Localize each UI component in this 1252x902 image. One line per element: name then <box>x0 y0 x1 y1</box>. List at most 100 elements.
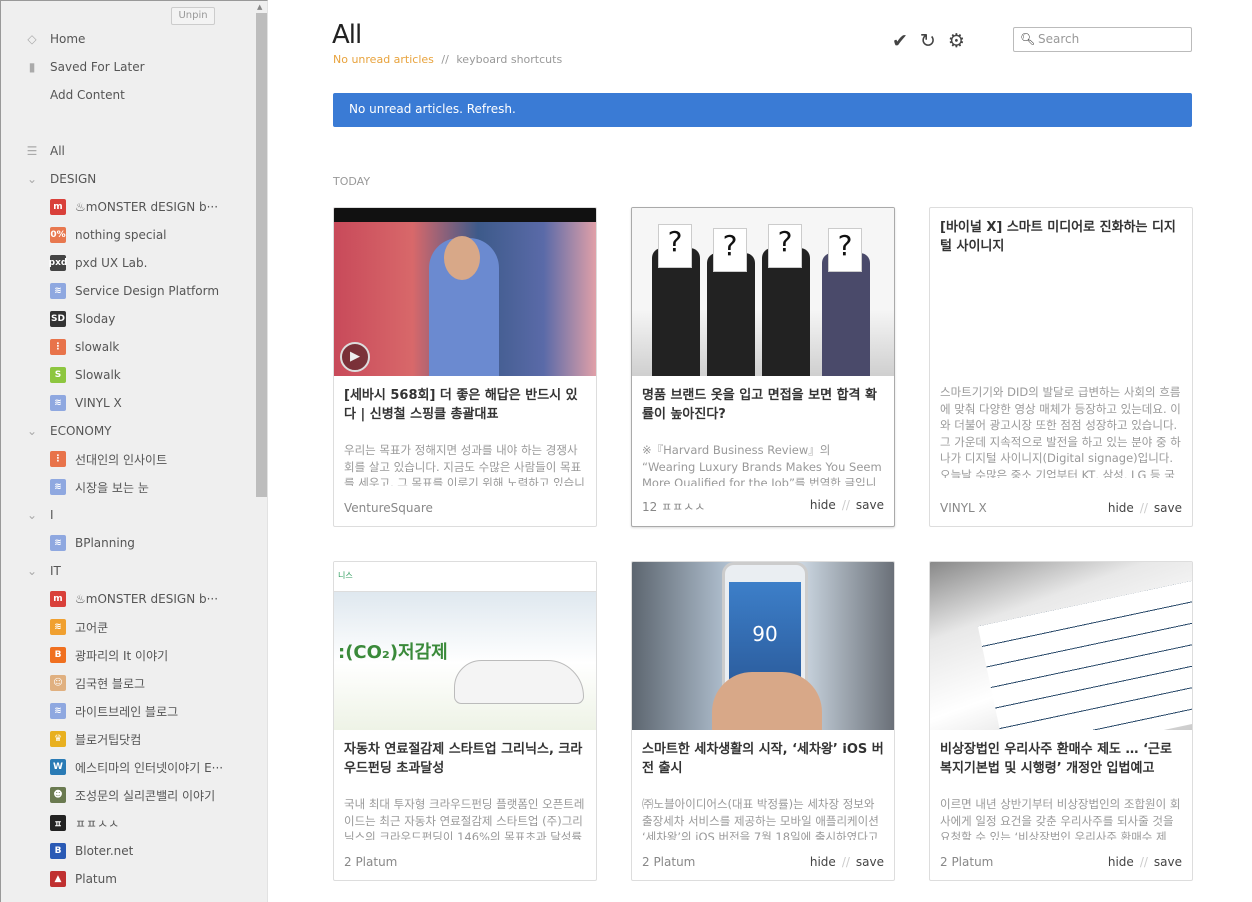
sidebar-item-saved-for-later[interactable]: ▮ Saved For Later <box>1 53 251 81</box>
keyboard-shortcuts-link[interactable]: keyboard shortcuts <box>456 53 562 66</box>
feed-favicon-icon: ≋ <box>50 395 66 411</box>
article-source[interactable]: VINYL X <box>940 501 987 515</box>
sidebar-feed[interactable]: ▲ Platum <box>1 865 251 893</box>
refresh-banner[interactable]: No unread articles. Refresh. <box>333 93 1192 127</box>
sidebar-group[interactable]: ⌄ ECONOMY <box>1 417 251 445</box>
sidebar-group[interactable]: ⌄ DESIGN <box>1 165 251 193</box>
sidebar-feed[interactable]: SD Sloday <box>1 305 251 333</box>
article-card[interactable]: 비상장법인 우리사주 환매수 제도 … ‘근로복지기본법 및 시행령’ 개정안 … <box>929 561 1193 881</box>
sidebar-feed[interactable]: B Bloter.net <box>1 837 251 865</box>
feed-label: 선대인의 인사이트 <box>75 452 168 467</box>
article-title[interactable]: 스마트한 세차생활의 시작, ‘세차왕’ iOS 버전 출시 <box>632 730 894 788</box>
article-card[interactable]: ▶ [세바시 568회] 더 좋은 해답은 반드시 있다 | 신병철 스핑클 총괄… <box>333 207 597 527</box>
article-source[interactable]: 2 Platum <box>344 855 397 869</box>
sidebar-feed[interactable]: ⋮ 선대인의 인사이트 <box>1 445 251 473</box>
feed-favicon-icon: S <box>50 367 66 383</box>
feed-favicon-icon: ≋ <box>50 703 66 719</box>
sidebar-feed[interactable]: ≋ 시장을 보는 눈 <box>1 473 251 501</box>
article-card[interactable]: 니스:(CO₂)저감제 자동차 연료절감제 스타트업 그리닉스, 크라우드펀딩 초… <box>333 561 597 881</box>
article-source[interactable]: VentureSquare <box>344 501 433 515</box>
feed-label: ♨mONSTER dESIGN b··· <box>75 592 219 606</box>
sidebar-feed[interactable]: ≋ 라이트브레인 블로그 <box>1 697 251 725</box>
hide-button[interactable]: hide <box>810 498 836 512</box>
chevron-down-icon[interactable]: ⌄ <box>24 423 40 439</box>
feed-label: Bloter.net <box>75 844 134 858</box>
sidebar-feed[interactable]: ≋ VINYL X <box>1 389 251 417</box>
page-title: All <box>332 20 362 50</box>
unpin-button[interactable]: Unpin <box>171 7 215 25</box>
sidebar-feed[interactable]: ≋ Service Design Platform <box>1 277 251 305</box>
feed-label: 광파리의 It 이야기 <box>75 648 169 663</box>
sidebar-scrollbar[interactable] <box>256 13 267 497</box>
article-excerpt: 우리는 목표가 정해지면 성과를 내야 하는 경쟁사회를 살고 있습니다. 지금… <box>344 443 585 486</box>
sidebar-item-add-content[interactable]: Add Content <box>1 81 251 109</box>
chevron-down-icon[interactable]: ⌄ <box>24 507 40 523</box>
list-icon: ☰ <box>26 144 38 158</box>
search-input[interactable]: 🔍︎ Search <box>1013 27 1192 52</box>
sidebar-feed[interactable]: ♛ 블로거팁닷컴 <box>1 725 251 753</box>
hide-button[interactable]: hide <box>810 855 836 869</box>
article-thumbnail[interactable]: 니스:(CO₂)저감제 <box>334 562 596 730</box>
save-button[interactable]: save <box>1154 501 1182 515</box>
sidebar-feed[interactable]: ≋ BPlanning <box>1 529 251 557</box>
sidebar-feed[interactable]: ㅍㅍㅍㅅㅅ <box>1 809 251 837</box>
feed-label: 시장을 보는 눈 <box>75 480 149 495</box>
nav-label: Add Content <box>50 88 125 102</box>
scroll-up-arrow-icon[interactable]: ▲ <box>257 3 262 11</box>
sidebar-item-all[interactable]: ☰ All <box>1 137 251 165</box>
sidebar-group[interactable]: ⌄ IT <box>1 557 251 585</box>
sidebar-feed[interactable]: ⋮ slowalk <box>1 333 251 361</box>
article-title[interactable]: [바이널 X] 스마트 미디어로 진화하는 디지털 사이니지 <box>930 208 1192 266</box>
nav-label: All <box>50 144 65 158</box>
article-excerpt: ※『Harvard Business Review』의 “Wearing Lux… <box>642 443 882 486</box>
feed-label: Sloday <box>75 312 116 326</box>
save-button[interactable]: save <box>856 855 884 869</box>
article-source[interactable]: 12 ㅍㅍㅅㅅ <box>642 498 705 515</box>
hide-button[interactable]: hide <box>1108 501 1134 515</box>
hide-button[interactable]: hide <box>1108 855 1134 869</box>
refresh-icon[interactable]: ↻ <box>920 30 936 52</box>
feed-label: slowalk <box>75 340 120 354</box>
chevron-down-icon[interactable]: ⌄ <box>24 171 40 187</box>
mark-read-check-icon[interactable]: ✔ <box>892 30 908 52</box>
article-title[interactable]: 비상장법인 우리사주 환매수 제도 … ‘근로복지기본법 및 시행령’ 개정안 … <box>930 730 1192 788</box>
sidebar-feed[interactable]: ☻ 조성문의 실리콘밸리 이야기 <box>1 781 251 809</box>
article-title[interactable]: 명품 브랜드 옷을 입고 면접을 보면 합격 확률이 높아진다? <box>632 376 894 434</box>
sidebar-feed[interactable]: m ♨mONSTER dESIGN b··· <box>1 585 251 613</box>
article-title[interactable]: 자동차 연료절감제 스타트업 그리닉스, 크라우드펀딩 초과달성 <box>334 730 596 788</box>
sidebar-feed[interactable]: W 에스티마의 인터넷이야기 E··· <box>1 753 251 781</box>
article-thumbnail[interactable]: ▶ <box>334 208 596 376</box>
feed-favicon-icon: SD <box>50 311 66 327</box>
article-thumbnail[interactable]: 90 <box>632 562 894 730</box>
sidebar-feed[interactable]: ☺ 김국현 블로그 <box>1 669 251 697</box>
feed-favicon-icon: B <box>50 647 66 663</box>
gear-icon[interactable]: ⚙ <box>948 30 965 52</box>
article-card[interactable]: ???? 명품 브랜드 옷을 입고 면접을 보면 합격 확률이 높아진다? ※『Ha… <box>631 207 895 527</box>
article-title[interactable]: [세바시 568회] 더 좋은 해답은 반드시 있다 | 신병철 스핑클 총괄대… <box>334 376 596 434</box>
sidebar-feed[interactable]: m ♨mONSTER dESIGN b··· <box>1 193 251 221</box>
article-thumbnail[interactable]: ???? <box>632 208 894 376</box>
search-placeholder: Search <box>1038 32 1080 46</box>
chevron-down-icon[interactable]: ⌄ <box>24 563 40 579</box>
article-excerpt: 국내 최대 투자형 크라우드펀딩 플랫폼인 오픈트레이드는 최근 자동차 연료절… <box>344 797 585 840</box>
sidebar-item-home[interactable]: ◇ Home <box>1 25 251 53</box>
feed-favicon-icon: m <box>50 199 66 215</box>
sidebar-feed[interactable]: S Slowalk <box>1 361 251 389</box>
group-label: I <box>50 508 54 522</box>
article-card[interactable]: [바이널 X] 스마트 미디어로 진화하는 디지털 사이니지 스마트기기와 DID… <box>929 207 1193 527</box>
sidebar-feed[interactable]: ≋ 고어쿤 <box>1 613 251 641</box>
play-icon[interactable]: ▶ <box>340 342 370 372</box>
article-card[interactable]: 90 스마트한 세차생활의 시작, ‘세차왕’ iOS 버전 출시 ㈜노블아이디어스… <box>631 561 895 881</box>
sidebar-feed[interactable]: 0% nothing special <box>1 221 251 249</box>
save-button[interactable]: save <box>856 498 884 512</box>
sidebar-feed[interactable]: pxd pxd UX Lab. <box>1 249 251 277</box>
article-source[interactable]: 2 Platum <box>642 855 695 869</box>
separator: // <box>1139 501 1148 515</box>
sidebar-feed[interactable]: B 광파리의 It 이야기 <box>1 641 251 669</box>
sidebar-group[interactable]: ⌄ I <box>1 501 251 529</box>
save-button[interactable]: save <box>1154 855 1182 869</box>
article-source[interactable]: 2 Platum <box>940 855 993 869</box>
feed-favicon-icon: ⋮ <box>50 339 66 355</box>
article-thumbnail[interactable] <box>930 562 1192 730</box>
feed-favicon-icon: ♛ <box>50 731 66 747</box>
